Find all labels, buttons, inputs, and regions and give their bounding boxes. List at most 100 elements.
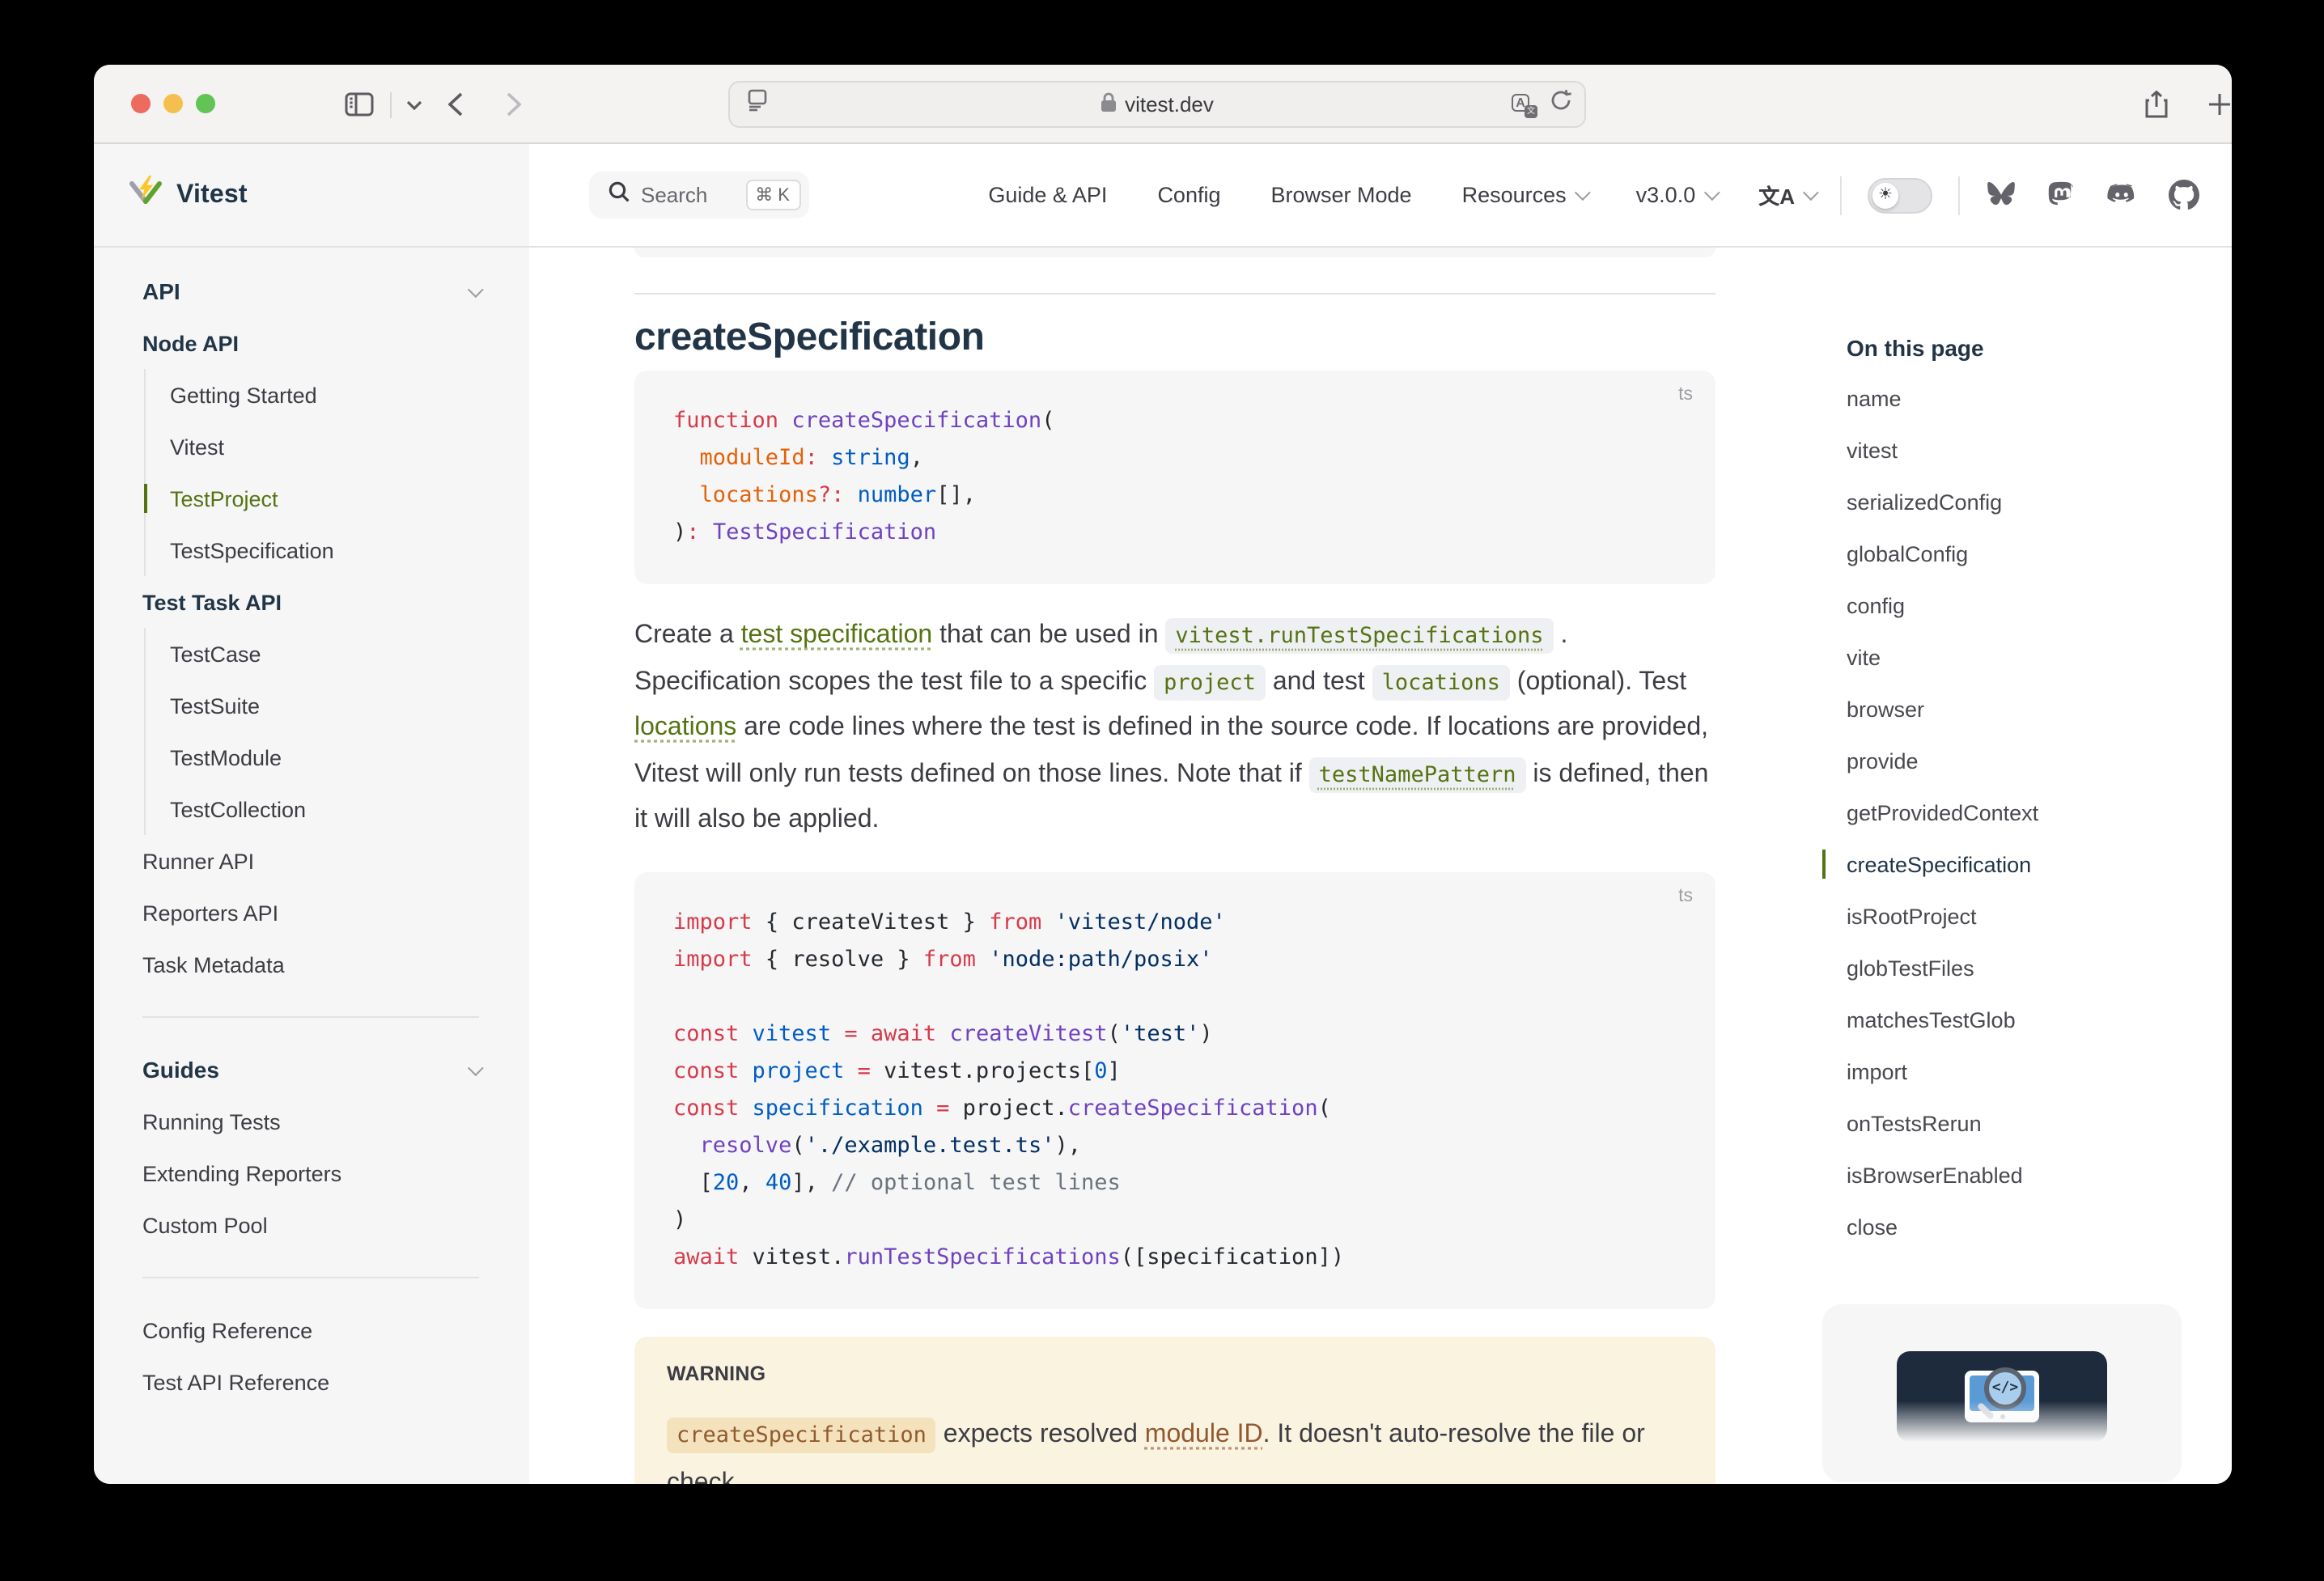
minimize-window-button[interactable] [163, 94, 183, 113]
description-paragraph: Create a test specification that can be … [634, 613, 1715, 844]
sidebar-item-testsuite[interactable]: TestSuite [170, 680, 481, 731]
header-divider [1840, 176, 1842, 214]
back-icon[interactable] [434, 65, 476, 144]
inline-code: createSpecification [667, 1417, 936, 1452]
outline-item-config[interactable]: config [1822, 579, 2211, 631]
chevron-down-icon [1703, 184, 1720, 201]
sidebar-item-testspecification[interactable]: TestSpecification [170, 524, 481, 576]
outline-item-getprovidedcontext[interactable]: getProvidedContext [1822, 786, 2211, 838]
nav-resources-dropdown[interactable]: Resources [1462, 183, 1586, 207]
outline-item-vite[interactable]: vite [1822, 631, 2211, 683]
theme-toggle[interactable]: ☀ [1868, 177, 1932, 213]
sidebar-item-api[interactable]: API [142, 265, 479, 317]
sun-icon: ☀ [1872, 182, 1898, 208]
code-line: ) [673, 1202, 1677, 1239]
sidebar-item-guides[interactable]: Guides [142, 1044, 479, 1096]
outline-item-provide[interactable]: provide [1822, 735, 2211, 786]
sidebar-item-testcollection[interactable]: TestCollection [170, 783, 481, 835]
browser-toolbar: vitest.dev A文 [94, 65, 2232, 144]
sidebar-item-testproject[interactable]: TestProject [170, 473, 481, 524]
main-content: createSpecification ts function createSp… [529, 248, 2232, 1484]
window-controls[interactable] [131, 94, 215, 113]
code-line: const vitest = await createVitest('test'… [673, 1015, 1677, 1053]
bluesky-icon[interactable] [1986, 181, 2017, 209]
inline-link[interactable]: test specification [741, 621, 933, 649]
new-tab-icon[interactable] [2199, 65, 2232, 144]
sidebar-item-runner-api[interactable]: Runner API [142, 835, 479, 887]
close-window-button[interactable] [131, 94, 151, 113]
sidebar-menu-chevron-icon[interactable] [398, 65, 430, 144]
sidebar-item-custom-pool[interactable]: Custom Pool [142, 1199, 479, 1251]
share-icon[interactable] [2136, 65, 2175, 144]
sidebar-item-vitest[interactable]: Vitest [170, 421, 481, 473]
sidebar-item-testcase[interactable]: TestCase [170, 628, 481, 680]
code-line: const specification = project.createSpec… [673, 1090, 1677, 1127]
warning-title: WARNING [667, 1362, 1683, 1384]
sidebar-item-reporters-api[interactable]: Reporters API [142, 887, 479, 939]
outline-item-createspecification[interactable]: createSpecification [1822, 838, 2211, 890]
sponsor-card[interactable]: </> [1822, 1304, 2182, 1482]
sidebar-item-node-api[interactable]: Node API [142, 317, 479, 369]
outline-item-name[interactable]: name [1822, 372, 2211, 424]
inline-link[interactable]: module ID [1145, 1420, 1263, 1447]
outline-title: On this page [1822, 324, 2211, 372]
outline-item-isbrowserenabled[interactable]: isBrowserEnabled [1822, 1149, 2211, 1201]
sidebar-item-test-api-reference[interactable]: Test API Reference [142, 1356, 479, 1408]
outline-item-matchestestglob[interactable]: matchesTestGlob [1822, 994, 2211, 1045]
site-header: Vitest Search ⌘ K Guide & API Config Bro… [94, 144, 2232, 248]
code-line: locations?: number[], [673, 477, 1677, 515]
mastodon-icon[interactable] [2047, 180, 2075, 210]
forward-icon[interactable] [492, 65, 534, 144]
outline-item-serializedconfig[interactable]: serializedConfig [1822, 476, 2211, 528]
previous-code-block-edge [634, 248, 1715, 257]
code-magnifier-icon: </> [1984, 1367, 2026, 1409]
sidebar-item-getting-started[interactable]: Getting Started [170, 369, 481, 421]
outline-item-globtestfiles[interactable]: globTestFiles [1822, 942, 2211, 994]
github-icon[interactable] [2169, 180, 2199, 210]
browser-window: vitest.dev A文 [94, 65, 2232, 1484]
inline-link[interactable]: locations [634, 714, 736, 741]
sidebar-item-running-tests[interactable]: Running Tests [142, 1096, 479, 1147]
nav-guide-api[interactable]: Guide & API [988, 183, 1107, 207]
language-switcher[interactable]: 文A [1758, 180, 1814, 210]
outline-item-vitest[interactable]: vitest [1822, 424, 2211, 476]
nav-config[interactable]: Config [1157, 183, 1220, 207]
sidebar-subgroup: Getting StartedVitestTestProjectTestSpec… [144, 369, 481, 576]
zoom-window-button[interactable] [196, 94, 215, 113]
sidebar-item-extending-reporters[interactable]: Extending Reporters [142, 1147, 479, 1199]
logo[interactable]: Vitest [94, 144, 529, 246]
code-line: import { createVitest } from 'vitest/nod… [673, 904, 1677, 941]
sidebar-item-testmodule[interactable]: TestModule [170, 731, 481, 783]
nav-version-dropdown[interactable]: v3.0.0 [1636, 183, 1715, 207]
page-title: createSpecification [634, 293, 1715, 362]
sidebar-toggle-icon[interactable] [337, 65, 382, 144]
discord-icon[interactable] [2106, 182, 2138, 208]
code-line: function createSpecification( [673, 403, 1677, 440]
outline-item-ontestsrerun[interactable]: onTestsRerun [1822, 1097, 2211, 1149]
logo-text: Vitest [176, 180, 248, 210]
sidebar-item-task-metadata[interactable]: Task Metadata [142, 939, 479, 990]
outline-item-isrootproject[interactable]: isRootProject [1822, 890, 2211, 942]
text-segment: and test [1266, 668, 1372, 695]
chevron-down-icon [468, 281, 484, 297]
inline-link[interactable]: vitest.runTestSpecifications [1165, 618, 1553, 654]
inline-link[interactable]: testNamePattern [1309, 757, 1526, 792]
search-input[interactable]: Search ⌘ K [589, 172, 809, 218]
code-line: ): TestSpecification [673, 515, 1677, 552]
outline-item-globalconfig[interactable]: globalConfig [1822, 528, 2211, 579]
code-block-example[interactable]: ts import { createVitest } from 'vitest/… [634, 871, 1715, 1308]
outline-item-close[interactable]: close [1822, 1201, 2211, 1253]
nav-browser-mode[interactable]: Browser Mode [1271, 183, 1412, 207]
sidebar-item-config-reference[interactable]: Config Reference [142, 1304, 479, 1356]
code-block-signature[interactable]: ts function createSpecification( moduleI… [634, 371, 1715, 584]
inline-code: project [1154, 664, 1266, 700]
code-line: const project = vitest.projects[0] [673, 1053, 1677, 1090]
url-text[interactable]: vitest.dev [730, 83, 1584, 126]
sidebar-item-test-task-api[interactable]: Test Task API [142, 576, 479, 628]
outline-item-browser[interactable]: browser [1822, 683, 2211, 735]
address-bar[interactable]: vitest.dev A文 [728, 81, 1586, 128]
search-icon [609, 180, 630, 210]
translate-page-icon[interactable]: A文 [1512, 93, 1536, 116]
outline-item-import[interactable]: import [1822, 1045, 2211, 1097]
reload-icon[interactable] [1550, 89, 1571, 120]
